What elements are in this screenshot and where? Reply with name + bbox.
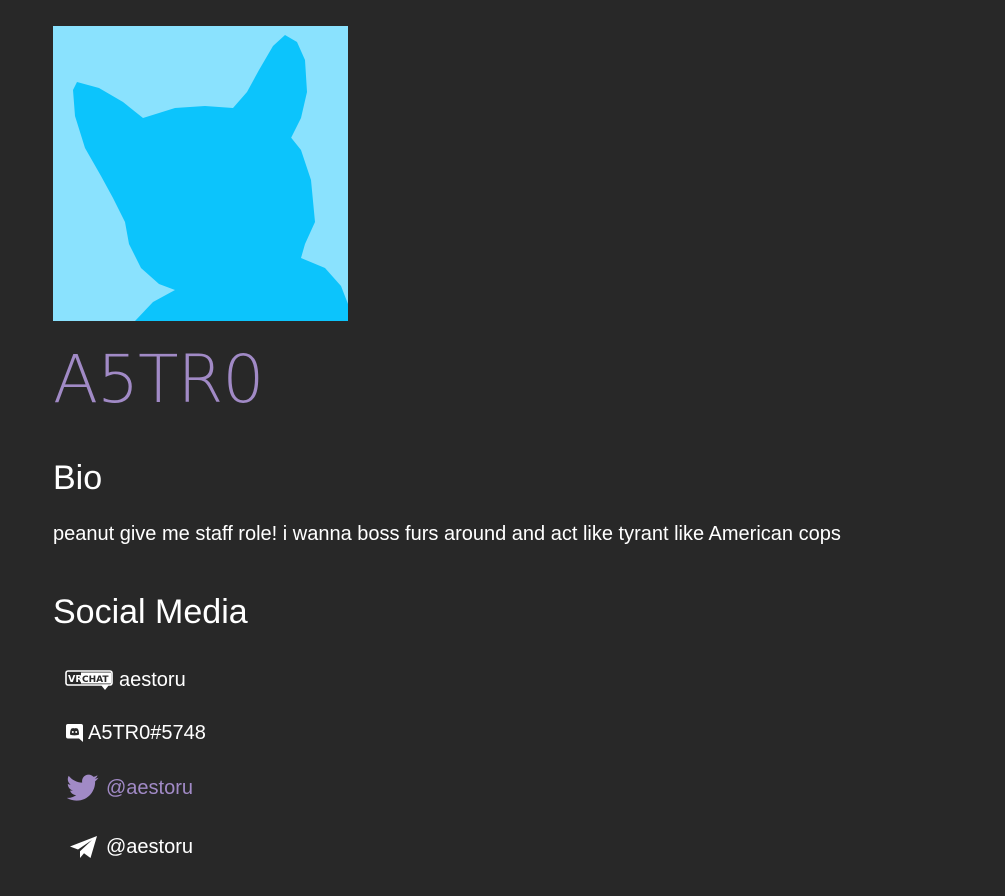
bio-text: peanut give me staff role! i wanna boss … — [53, 523, 841, 545]
telegram-plane-icon — [69, 835, 98, 860]
twitter-handle: @aestoru — [106, 777, 194, 799]
bio-heading: Bio — [53, 459, 103, 497]
discord-icon — [64, 723, 84, 743]
vrchat-icon: VR CHAT — [65, 668, 115, 692]
twitter-bird-icon — [67, 774, 99, 802]
vrchat-icon-chat: CHAT — [82, 675, 109, 685]
social-link-twitter[interactable]: @aestoru — [67, 774, 193, 802]
profile-avatar — [53, 26, 348, 321]
profile-name: A5TR0 — [53, 341, 264, 418]
social-link-telegram[interactable]: @aestoru — [69, 834, 193, 860]
profile-page: A5TR0 Bio peanut give me staff role! i w… — [0, 0, 1005, 896]
social-link-discord[interactable]: A5TR0#5748 — [64, 720, 206, 746]
telegram-handle: @aestoru — [106, 836, 194, 858]
discord-username: A5TR0#5748 — [88, 722, 206, 744]
vrchat-username: aestoru — [119, 669, 186, 691]
social-link-vrchat[interactable]: VR CHAT aestoru — [65, 667, 186, 693]
social-media-heading: Social Media — [53, 593, 248, 631]
